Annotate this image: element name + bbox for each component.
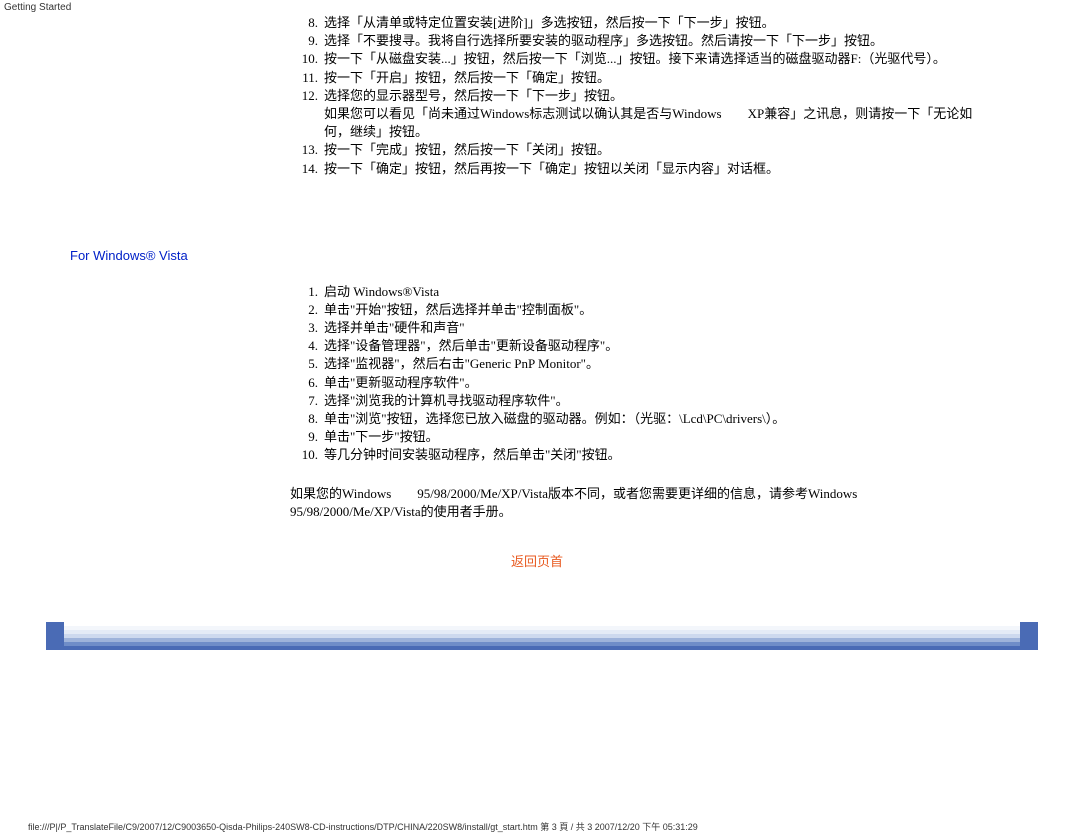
list-item: 9.选择「不要搜寻。我将自行选择所要安装的驱动程序」多选按钮。然后请按一下「下一… [310, 32, 980, 50]
list-item: 12.选择您的显示器型号，然后按一下「下一步」按钮。 如果您可以看见「尚未通过W… [310, 87, 980, 142]
compatibility-note: 如果您的Windows 95/98/2000/Me/XP/Vista版本不同，或… [290, 485, 970, 521]
step-number: 8. [290, 14, 318, 32]
list-item: 13.按一下「完成」按钮，然后按一下「关闭」按钮。 [310, 141, 980, 159]
xp-steps-list: 8.选择「从清单或特定位置安装[进阶]」多选按钮，然后按一下「下一步」按钮。 9… [310, 14, 980, 178]
step-text: 选择"浏览我的计算机寻找驱动程序软件"。 [324, 393, 569, 408]
step-number: 9. [290, 428, 318, 446]
step-text: 按一下「从磁盘安装...」按钮，然后按一下「浏览...」按钮。接下来请选择适当的… [324, 51, 946, 66]
step-number: 5. [290, 355, 318, 373]
vista-section-heading[interactable]: For Windows® Vista [64, 248, 1010, 263]
step-number: 13. [290, 141, 318, 159]
step-text: 按一下「完成」按钮，然后按一下「关闭」按钮。 [324, 142, 610, 157]
footer-file-path: file:///P|/P_TranslateFile/C9/2007/12/C9… [28, 820, 698, 833]
page-header-title: Getting Started [0, 0, 1080, 15]
page-frame: 8.选择「从清单或特定位置安装[进阶]」多选按钮，然后按一下「下一步」按钮。 9… [46, 14, 1038, 650]
step-text: 启动 Windows®Vista [324, 284, 439, 299]
step-number: 6. [290, 374, 318, 392]
step-text: 按一下「确定」按钮，然后再按一下「确定」按钮以关闭「显示内容」对话框。 [324, 161, 779, 176]
step-text: 单击"浏览"按钮，选择您已放入磁盘的驱动器。例如：（光驱：\Lcd\PC\dri… [324, 411, 785, 426]
step-text: 等几分钟时间安装驱动程序，然后单击"关闭"按钮。 [324, 447, 621, 462]
step-text: 选择"设备管理器"，然后单击"更新设备驱动程序"。 [324, 338, 618, 353]
step-text: 选择并单击"硬件和声音" [324, 320, 465, 335]
step-number: 10. [290, 50, 318, 68]
vista-steps-list: 1.启动 Windows®Vista 2.单击"开始"按钮，然后选择并单击"控制… [310, 283, 980, 465]
list-item: 2.单击"开始"按钮，然后选择并单击"控制面板"。 [310, 301, 980, 319]
step-number: 3. [290, 319, 318, 337]
step-number: 8. [290, 410, 318, 428]
list-item: 6.单击"更新驱动程序软件"。 [310, 374, 980, 392]
step-number: 4. [290, 337, 318, 355]
step-text: 单击"开始"按钮，然后选择并单击"控制面板"。 [324, 302, 592, 317]
step-text: 单击"下一步"按钮。 [324, 429, 439, 444]
step-number: 11. [290, 69, 318, 87]
list-item: 3.选择并单击"硬件和声音" [310, 319, 980, 337]
step-text: 选择"监视器"，然后右击"Generic PnP Monitor"。 [324, 356, 599, 371]
step-text: 按一下「开启」按钮，然后按一下「确定」按钮。 [324, 70, 610, 85]
list-item: 8.选择「从清单或特定位置安装[进阶]」多选按钮，然后按一下「下一步」按钮。 [310, 14, 980, 32]
step-number: 2. [290, 301, 318, 319]
step-number: 9. [290, 32, 318, 50]
step-text: 选择「不要搜寻。我将自行选择所要安装的驱动程序」多选按钮。然后请按一下「下一步」… [324, 33, 883, 48]
step-number: 14. [290, 160, 318, 178]
step-text: 单击"更新驱动程序软件"。 [324, 375, 478, 390]
list-item: 4.选择"设备管理器"，然后单击"更新设备驱动程序"。 [310, 337, 980, 355]
list-item: 7.选择"浏览我的计算机寻找驱动程序软件"。 [310, 392, 980, 410]
step-number: 10. [290, 446, 318, 464]
list-item: 1.启动 Windows®Vista [310, 283, 980, 301]
list-item: 9.单击"下一步"按钮。 [310, 428, 980, 446]
step-text: 选择「从清单或特定位置安装[进阶]」多选按钮，然后按一下「下一步」按钮。 [324, 15, 775, 30]
list-item: 5.选择"监视器"，然后右击"Generic PnP Monitor"。 [310, 355, 980, 373]
frame-bottom-border [46, 622, 1038, 650]
list-item: 11.按一下「开启」按钮，然后按一下「确定」按钮。 [310, 69, 980, 87]
step-number: 12. [290, 87, 318, 105]
list-item: 10.等几分钟时间安装驱动程序，然后单击"关闭"按钮。 [310, 446, 980, 464]
list-item: 10.按一下「从磁盘安装...」按钮，然后按一下「浏览...」按钮。接下来请选择… [310, 50, 980, 68]
list-item: 14.按一下「确定」按钮，然后再按一下「确定」按钮以关闭「显示内容」对话框。 [310, 160, 980, 178]
list-item: 8.单击"浏览"按钮，选择您已放入磁盘的驱动器。例如：（光驱：\Lcd\PC\d… [310, 410, 980, 428]
back-to-top-link[interactable]: 返回页首 [64, 551, 1010, 570]
step-number: 7. [290, 392, 318, 410]
step-number: 1. [290, 283, 318, 301]
content-area: 8.选择「从清单或特定位置安装[进阶]」多选按钮，然后按一下「下一步」按钮。 9… [64, 14, 1020, 622]
step-text: 选择您的显示器型号，然后按一下「下一步」按钮。 如果您可以看见「尚未通过Wind… [324, 88, 972, 139]
